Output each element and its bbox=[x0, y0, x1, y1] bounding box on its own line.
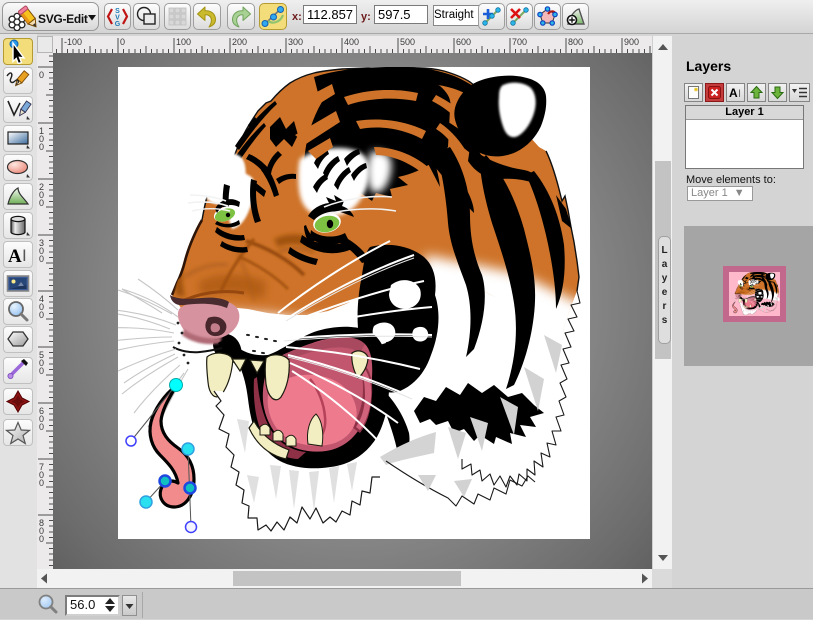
svg-text:200: 200 bbox=[232, 37, 247, 47]
svg-text:0: 0 bbox=[120, 37, 125, 47]
svg-text:700: 700 bbox=[512, 37, 527, 47]
svg-text:G: G bbox=[115, 21, 121, 28]
svg-text:100: 100 bbox=[176, 37, 191, 47]
svg-text:I: I bbox=[22, 246, 27, 265]
svg-text:0: 0 bbox=[39, 534, 44, 544]
svg-text:0: 0 bbox=[39, 422, 44, 432]
svg-text:A: A bbox=[8, 246, 22, 267]
svg-text:0: 0 bbox=[39, 254, 44, 264]
svg-text:600: 600 bbox=[456, 37, 471, 47]
svg-text:800: 800 bbox=[568, 37, 583, 47]
svg-text:A: A bbox=[729, 86, 738, 100]
svg-text:500: 500 bbox=[400, 37, 415, 47]
svg-text:0: 0 bbox=[39, 198, 44, 208]
svg-text:I: I bbox=[738, 88, 741, 100]
svg-text:900: 900 bbox=[624, 37, 639, 47]
svg-text:0: 0 bbox=[39, 310, 44, 320]
svg-text:400: 400 bbox=[344, 37, 359, 47]
svg-text:300: 300 bbox=[288, 37, 303, 47]
svg-text:0: 0 bbox=[39, 142, 44, 152]
svg-text:-100: -100 bbox=[64, 37, 82, 47]
svg-text:0: 0 bbox=[39, 478, 44, 488]
svg-text:0: 0 bbox=[39, 366, 44, 376]
svg-text:0: 0 bbox=[39, 70, 44, 80]
